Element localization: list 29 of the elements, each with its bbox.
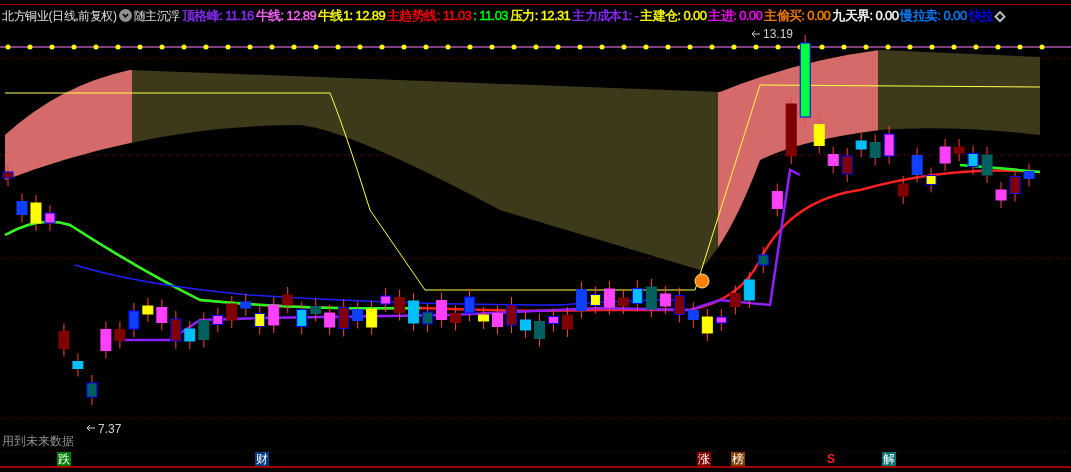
signal-marker: 涨 — [697, 452, 711, 466]
high-price-label: 13.19 — [763, 26, 794, 43]
low-price-label: 7.37 — [98, 421, 122, 438]
indicator-value: 九天界: 0.00 — [832, 6, 899, 25]
arrow-icon — [86, 424, 96, 432]
indicator-name[interactable]: 随主沉浮 — [133, 6, 180, 25]
indicator-value: 慢拉卖: 0.00 — [900, 6, 967, 25]
dropdown-icon[interactable] — [118, 9, 132, 22]
signal-marker: 财 — [255, 452, 269, 466]
indicator-value: 主偷买: 0.00 — [764, 6, 831, 25]
signal-marker: S — [826, 452, 836, 466]
indicator-value: 主建仓: 0.00 — [640, 6, 707, 25]
indicator-value: 快拉 — [968, 6, 994, 25]
indicator-value: : 11.03 — [473, 6, 508, 25]
signal-marker: 跌 — [57, 452, 71, 466]
warning-note: 用到未来数据 — [2, 434, 74, 448]
arrow-icon — [751, 30, 761, 38]
signal-circle-icon — [694, 273, 710, 289]
indicator-value: 牛线1: 12.89 — [318, 6, 386, 25]
indicator-value: 牛线: 12.89 — [255, 6, 317, 25]
indicator-value: 主进: 0.00 — [708, 6, 763, 25]
indicator-value: ◇ — [995, 6, 1005, 25]
indicator-value: 压力: 12.31 — [509, 6, 571, 25]
signal-marker: 榜 — [731, 452, 745, 466]
indicator-value: 顶格峰: 11.16 — [181, 6, 254, 25]
indicator-value: 主趋势线: 11.03 — [387, 6, 472, 25]
signal-marker: 解 — [882, 452, 896, 466]
stock-title: 北方铜业(日线,前复权) — [2, 7, 117, 25]
indicator-value: 主力成本1: - — [572, 6, 639, 25]
